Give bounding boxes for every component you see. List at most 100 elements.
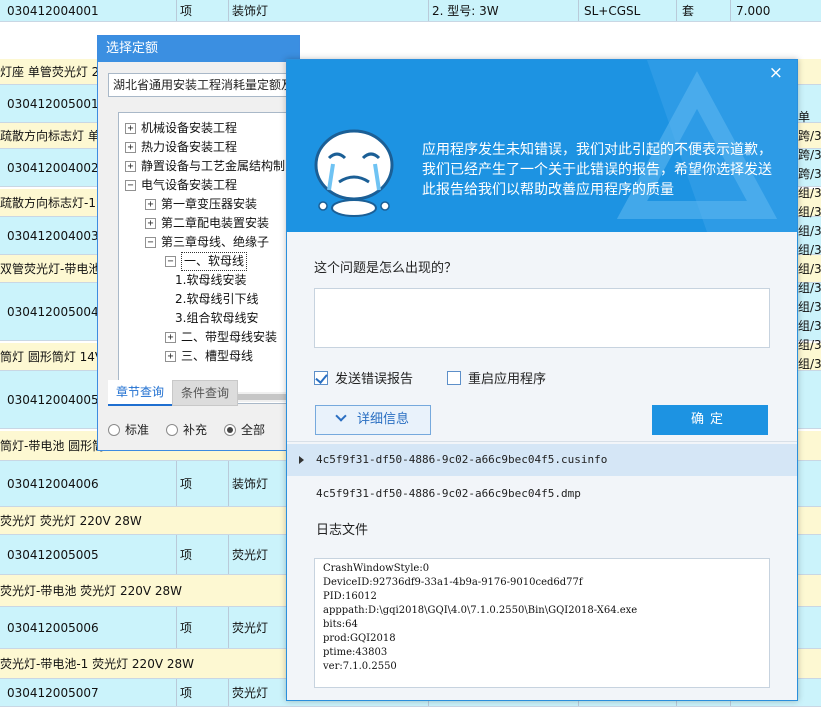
select-quota-title: 选择定额 <box>98 36 299 62</box>
unit-cell: 组/3 <box>798 186 821 200</box>
chapter-tree[interactable]: + 机械设备安装工程 + 热力设备安装工程 + 静置设备与工艺金属结构制 − 电气设备安装工程… <box>118 112 308 404</box>
file-row-dmp[interactable]: 4c5f9f31-df50-4886-9c02-a66c9bec04f5.dmp <box>287 478 797 510</box>
unit-cell: 组/3 <box>798 224 821 238</box>
table-cell: 装饰灯 <box>232 4 269 18</box>
collapse-icon[interactable]: − <box>145 237 156 248</box>
unit-cell: 组/3 <box>798 205 821 219</box>
table-cell: 030412004001 <box>7 3 99 18</box>
log-line: apppath:D:\gqi2018\GQI\4.0\7.1.0.2550\Bi… <box>323 605 638 616</box>
send-report-check-box[interactable] <box>314 371 328 385</box>
log-line: ver:7.1.0.2550 <box>323 661 397 672</box>
unit-cell: 组/3 <box>798 243 821 257</box>
column-divider <box>176 535 177 574</box>
radio-supplement-dot[interactable] <box>166 424 178 436</box>
tree-node-label: 第三章母线、绝缘子 <box>161 235 270 249</box>
column-divider <box>676 0 677 21</box>
table-row[interactable]: 030412004001 项 装饰灯 2. 型号: 3W SL+CGSL 套 7.000 <box>0 0 821 22</box>
expand-icon[interactable]: + <box>145 199 156 210</box>
tree-node-label: 2.软母线引下线 <box>175 292 259 306</box>
column-divider <box>578 0 579 21</box>
radio-standard-dot[interactable] <box>108 424 120 436</box>
table-cell: 030412004006 <box>7 476 99 491</box>
restart-app-check-box[interactable] <box>447 371 461 385</box>
collapse-icon[interactable]: − <box>125 180 136 191</box>
table-cell: 项 <box>180 548 193 562</box>
tab-condition-query[interactable]: 条件查询 <box>172 380 239 406</box>
tree-node-label: 一、软母线 <box>181 252 248 271</box>
quota-library-select[interactable]: 湖北省通用安装工程消耗量定额及 <box>108 73 308 97</box>
expand-icon[interactable]: + <box>125 123 136 134</box>
unit-cell: 组/3 <box>798 281 821 295</box>
restart-app-checkbox[interactable]: 重启应用程序 <box>447 371 546 387</box>
file-row-cusinfo[interactable]: 4c5f9f31-df50-4886-9c02-a66c9bec04f5.cus… <box>287 444 797 476</box>
expand-icon[interactable]: + <box>125 142 136 153</box>
column-divider <box>730 0 731 21</box>
table-cell: 7.000 <box>736 3 771 18</box>
column-divider <box>228 535 229 574</box>
column-divider <box>428 0 429 21</box>
log-line: CrashWindowStyle:0 <box>323 563 430 574</box>
log-line: prod:GQI2018 <box>323 633 396 644</box>
collapse-icon[interactable]: − <box>165 256 176 267</box>
tree-node-label: 三、槽型母线 <box>181 349 254 363</box>
table-cell: 2. 型号: 3W <box>432 4 499 18</box>
error-report-dialog[interactable]: 应用程序发生未知错误，我们对此引起的不便表示道歉，我们已经产生了一个关于此错误的… <box>286 59 798 701</box>
unit-cell: 跨/3 <box>798 129 821 143</box>
unit-cell: 组/3 <box>798 338 821 352</box>
close-icon[interactable]: × <box>769 63 783 83</box>
column-divider <box>228 679 229 706</box>
expand-icon[interactable]: + <box>165 332 176 343</box>
divider <box>287 441 797 442</box>
table-cell: 套 <box>682 4 695 18</box>
tree-node-label: 二、带型母线安装 <box>181 330 278 344</box>
column-divider <box>228 607 229 648</box>
ok-button[interactable]: 确定 <box>652 405 768 435</box>
unit-cell: 组/3 <box>798 357 821 371</box>
radio-all-dot[interactable] <box>224 424 236 436</box>
table-cell: 030412005007 <box>7 685 99 700</box>
expand-icon[interactable]: + <box>125 161 136 172</box>
column-divider <box>176 607 177 648</box>
log-line: PID:16012 <box>323 591 377 602</box>
log-file-content[interactable]: CrashWindowStyle:0 DeviceID:92736df9-33a1… <box>314 558 770 688</box>
table-cell: 030412005005 <box>7 547 99 562</box>
column-divider <box>176 0 177 21</box>
send-report-checkbox[interactable]: 发送错误报告 <box>314 371 413 387</box>
error-message: 应用程序发生未知错误，我们对此引起的不便表示道歉，我们已经产生了一个关于此错误的… <box>422 142 772 198</box>
tree-node-label: 电气设备安装工程 <box>141 178 238 192</box>
tab-chapter-query[interactable]: 章节查询 <box>108 380 173 406</box>
expand-icon[interactable]: + <box>145 218 156 229</box>
crying-mascot-icon <box>314 129 394 217</box>
tree-node-label: 1.软母线安装 <box>175 273 247 287</box>
table-cell: 项 <box>180 4 193 18</box>
tree-node-label: 机械设备安装工程 <box>141 121 238 135</box>
tree-node-label: 静置设备与工艺金属结构制 <box>141 159 286 173</box>
table-cell: 项 <box>180 621 193 635</box>
column-divider <box>176 461 177 506</box>
radio-all[interactable]: 全部 <box>224 422 265 438</box>
expand-icon[interactable]: + <box>165 351 176 362</box>
error-dialog-header: 应用程序发生未知错误，我们对此引起的不便表示道歉，我们已经产生了一个关于此错误的… <box>287 60 797 232</box>
log-file-label: 日志文件 <box>316 523 369 538</box>
unit-cell: 组/3 <box>798 319 821 333</box>
select-quota-window[interactable]: 选择定额 湖北省通用安装工程消耗量定额及 + 机械设备安装工程 + 热力设备安装工程 +… <box>97 35 308 451</box>
table-cell: 项 <box>180 686 193 700</box>
tree-node-label: 第二章配电装置安装 <box>161 216 270 230</box>
log-line: DeviceID:92736df9-33a1-4b9a-9176-9010ced… <box>323 577 583 588</box>
radio-standard[interactable]: 标准 <box>108 422 149 438</box>
column-divider <box>228 0 229 21</box>
problem-description-input[interactable] <box>314 288 770 348</box>
details-button[interactable]: 详细信息 <box>315 405 431 435</box>
radio-supplement[interactable]: 补充 <box>166 422 207 438</box>
unit-cell: 组/3 <box>798 262 821 276</box>
question-label: 这个问题是怎么出现的？ <box>314 261 458 276</box>
table-cell: 项 <box>180 477 193 491</box>
tree-node-label: 第一章变压器安装 <box>161 197 258 211</box>
column-divider <box>228 461 229 506</box>
column-divider <box>176 679 177 706</box>
unit-cell: 跨/3 <box>798 148 821 162</box>
unit-cell: 跨/3 <box>798 167 821 181</box>
unit-column: 单 跨/3 跨/3 跨/3 组/3 组/3 组/3 组/3 组/3 组/3 组/3 组/3 组/3 组/… <box>797 110 821 374</box>
table-cell: 030412005006 <box>7 620 99 635</box>
log-line: ptime:43803 <box>323 647 388 658</box>
